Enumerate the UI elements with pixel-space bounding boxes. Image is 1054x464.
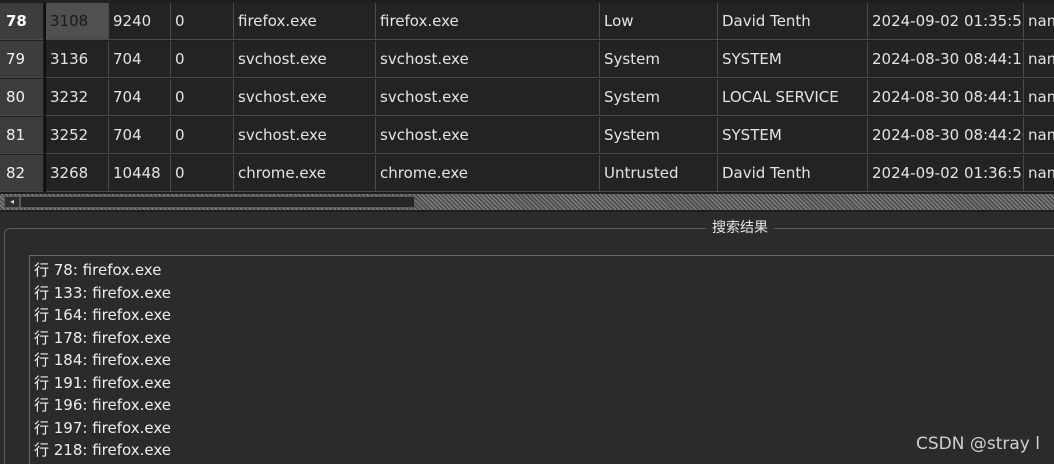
search-result-item[interactable]: 行 133: firefox.exe (34, 282, 1054, 305)
search-result-item[interactable]: 行 78: firefox.exe (34, 259, 1054, 282)
cell-start-time[interactable]: 2024-08-30 08:44:15 (868, 41, 1024, 78)
cell-image-name[interactable]: svchost.exe (376, 79, 600, 116)
search-result-item[interactable]: 行 196: firefox.exe (34, 394, 1054, 417)
cell-integrity[interactable]: System (600, 79, 718, 116)
table-row[interactable]: 79 3136 704 0 svchost.exe svchost.exe System SY… (0, 41, 1054, 79)
row-header[interactable]: 81 (0, 117, 44, 154)
cell-integrity[interactable]: Low (600, 3, 718, 40)
cell-session[interactable]: 0 (171, 117, 234, 154)
cell-extra[interactable]: nam (1024, 3, 1054, 40)
cell-extra[interactable]: nam (1024, 155, 1054, 192)
app-window: 78 3108 9240 0 firefox.exe firefox.exe Low Davi… (0, 0, 1054, 464)
cell-session[interactable]: 0 (171, 3, 234, 40)
cell-integrity[interactable]: Untrusted (600, 155, 718, 192)
row-header-divider (44, 117, 46, 155)
cell-user[interactable]: SYSTEM (718, 41, 868, 78)
process-table[interactable]: 78 3108 9240 0 firefox.exe firefox.exe Low Davi… (0, 0, 1054, 192)
search-result-item[interactable]: 行 191: firefox.exe (34, 372, 1054, 395)
cell-user[interactable]: LOCAL SERVICE (718, 79, 868, 116)
search-results-title: 搜索结果 (706, 218, 774, 238)
cell-user[interactable]: SYSTEM (718, 117, 868, 154)
cell-pid[interactable]: 3252 (46, 117, 109, 154)
cell-process-name[interactable]: chrome.exe (234, 155, 376, 192)
cell-extra[interactable]: nam (1024, 117, 1054, 154)
row-header[interactable]: 80 (0, 79, 44, 116)
cell-session[interactable]: 0 (171, 155, 234, 192)
cell-process-name[interactable]: firefox.exe (234, 3, 376, 40)
row-header[interactable]: 79 (0, 41, 44, 78)
cell-user[interactable]: David Tenth (718, 3, 868, 40)
cell-pid[interactable]: 3268 (46, 155, 109, 192)
cell-process-name[interactable]: svchost.exe (234, 79, 376, 116)
cell-ppid[interactable]: 704 (109, 117, 171, 154)
search-results-list[interactable]: 行 78: firefox.exe 行 133: firefox.exe 行 164… (29, 255, 1054, 464)
cell-process-name[interactable]: svchost.exe (234, 41, 376, 78)
search-result-item[interactable]: 行 218: firefox.exe (34, 439, 1054, 462)
search-result-item[interactable]: 行 197: firefox.exe (34, 417, 1054, 440)
search-result-item[interactable]: 行 178: firefox.exe (34, 327, 1054, 350)
search-result-item[interactable]: 行 164: firefox.exe (34, 304, 1054, 327)
cell-integrity[interactable]: System (600, 117, 718, 154)
cell-process-name[interactable]: svchost.exe (234, 117, 376, 154)
cell-image-name[interactable]: chrome.exe (376, 155, 600, 192)
cell-image-name[interactable]: firefox.exe (376, 3, 600, 40)
scrollbar-thumb[interactable] (20, 196, 415, 208)
row-header-divider (44, 155, 46, 192)
cell-session[interactable]: 0 (171, 79, 234, 116)
cell-image-name[interactable]: svchost.exe (376, 117, 600, 154)
cell-ppid[interactable]: 704 (109, 79, 171, 116)
cell-session[interactable]: 0 (171, 41, 234, 78)
cell-start-time[interactable]: 2024-08-30 08:44:20 (868, 117, 1024, 154)
table-row[interactable]: 82 3268 10448 0 chrome.exe chrome.exe Untruste… (0, 155, 1054, 192)
cell-ppid[interactable]: 9240 (109, 3, 171, 40)
cell-start-time[interactable]: 2024-08-30 08:44:15 (868, 79, 1024, 116)
cell-pid[interactable]: 3136 (46, 41, 109, 78)
row-header[interactable]: 82 (0, 155, 44, 192)
cell-image-name[interactable]: svchost.exe (376, 41, 600, 78)
row-header[interactable]: 78 (0, 3, 44, 40)
row-header-divider (44, 3, 46, 41)
scroll-left-icon[interactable]: ◂ (4, 196, 20, 208)
row-header-divider (44, 41, 46, 79)
cell-extra[interactable]: nam (1024, 79, 1054, 116)
cell-ppid[interactable]: 10448 (109, 155, 171, 192)
cell-start-time[interactable]: 2024-09-02 01:36:53 (868, 155, 1024, 192)
watermark: CSDN @stray l (916, 434, 1040, 454)
cell-start-time[interactable]: 2024-09-02 01:35:55 (868, 3, 1024, 40)
horizontal-scrollbar[interactable]: ◂ (0, 192, 1054, 212)
cell-pid[interactable]: 3108 (46, 3, 109, 40)
search-result-item[interactable]: 行 184: firefox.exe (34, 349, 1054, 372)
table-row[interactable]: 81 3252 704 0 svchost.exe svchost.exe System SY… (0, 117, 1054, 155)
row-header-divider (44, 79, 46, 117)
table-row[interactable]: 78 3108 9240 0 firefox.exe firefox.exe Low Davi… (0, 3, 1054, 41)
cell-pid[interactable]: 3232 (46, 79, 109, 116)
cell-ppid[interactable]: 704 (109, 41, 171, 78)
cell-integrity[interactable]: System (600, 41, 718, 78)
cell-extra[interactable]: nam (1024, 41, 1054, 78)
table-row[interactable]: 80 3232 704 0 svchost.exe svchost.exe System LO… (0, 79, 1054, 117)
cell-user[interactable]: David Tenth (718, 155, 868, 192)
